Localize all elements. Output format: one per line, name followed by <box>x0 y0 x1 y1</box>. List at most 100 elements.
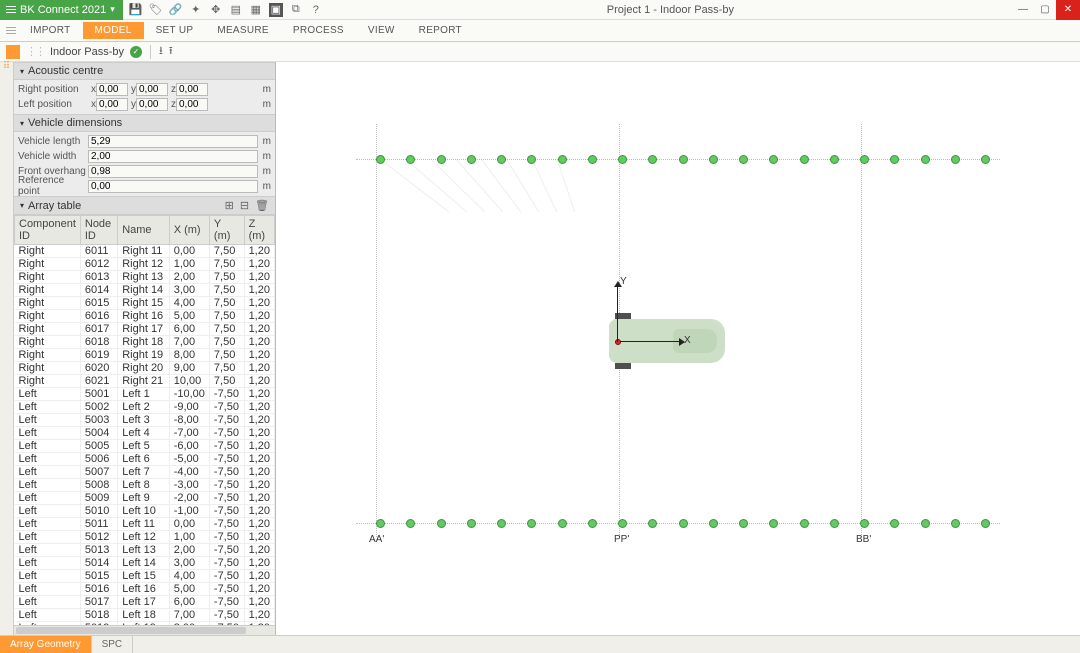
table-cell[interactable]: Left 17 <box>118 596 170 609</box>
table-cell[interactable]: 9,00 <box>169 362 209 375</box>
table-cell[interactable]: Right <box>15 362 81 375</box>
table-cell[interactable]: Left <box>15 401 81 414</box>
table-row[interactable]: Left5004Left 4-7,00-7,501,20 <box>15 427 275 440</box>
table-row[interactable]: Left5018Left 187,00-7,501,20 <box>15 609 275 622</box>
table-cell[interactable]: 5011 <box>80 518 117 531</box>
table-cell[interactable]: Left <box>15 414 81 427</box>
microphone-icon[interactable] <box>709 155 718 164</box>
table-cell[interactable]: 1,20 <box>244 583 274 596</box>
table-cell[interactable]: 1,20 <box>244 466 274 479</box>
table-cell[interactable]: 6,00 <box>169 323 209 336</box>
table-row[interactable]: Right6021Right 2110,007,501,20 <box>15 375 275 388</box>
front-overhang-input[interactable] <box>88 165 258 178</box>
table-cell[interactable]: Right 12 <box>118 258 170 271</box>
table-cell[interactable]: 6011 <box>80 245 117 258</box>
table-cell[interactable]: Left 6 <box>118 453 170 466</box>
table-cell[interactable]: 6017 <box>80 323 117 336</box>
microphone-icon[interactable] <box>618 519 627 528</box>
table-row[interactable]: Left5012Left 121,00-7,501,20 <box>15 531 275 544</box>
microphone-icon[interactable] <box>890 519 899 528</box>
table-cell[interactable]: Left <box>15 479 81 492</box>
table-cell[interactable]: 1,20 <box>244 284 274 297</box>
microphone-icon[interactable] <box>648 155 657 164</box>
table-cell[interactable]: Left 12 <box>118 531 170 544</box>
table-row[interactable]: Right6015Right 154,007,501,20 <box>15 297 275 310</box>
left-y-input[interactable] <box>136 98 168 111</box>
table-row[interactable]: Right6012Right 121,007,501,20 <box>15 258 275 271</box>
help-icon[interactable]: ? <box>309 3 323 17</box>
table-cell[interactable]: Left <box>15 518 81 531</box>
bottom-tab-spc[interactable]: SPC <box>92 636 134 653</box>
table-cell[interactable]: 1,20 <box>244 544 274 557</box>
popout-icon[interactable]: ⧉ <box>289 3 303 17</box>
table-cell[interactable]: 5017 <box>80 596 117 609</box>
table-cell[interactable]: 1,20 <box>244 349 274 362</box>
vehicle-length-input[interactable] <box>88 135 258 148</box>
table-row[interactable]: Right6017Right 176,007,501,20 <box>15 323 275 336</box>
table-cell[interactable]: Left 2 <box>118 401 170 414</box>
table-cell[interactable]: 1,20 <box>244 401 274 414</box>
column-header[interactable]: Component ID <box>15 216 81 245</box>
table-row[interactable]: Left5009Left 9-2,00-7,501,20 <box>15 492 275 505</box>
table-cell[interactable]: Left 8 <box>118 479 170 492</box>
table-cell[interactable]: Right <box>15 323 81 336</box>
microphone-icon[interactable] <box>588 155 597 164</box>
table-cell[interactable]: -7,50 <box>209 401 244 414</box>
table-cell[interactable]: Right 15 <box>118 297 170 310</box>
microphone-icon[interactable] <box>618 155 627 164</box>
table-cell[interactable]: Left 11 <box>118 518 170 531</box>
microphone-icon[interactable] <box>921 155 930 164</box>
table-cell[interactable]: Right <box>15 271 81 284</box>
microphone-icon[interactable] <box>860 519 869 528</box>
table-cell[interactable]: Right 16 <box>118 310 170 323</box>
table-row[interactable]: Left5001Left 1-10,00-7,501,20 <box>15 388 275 401</box>
microphone-icon[interactable] <box>951 519 960 528</box>
table-cell[interactable]: Right 19 <box>118 349 170 362</box>
horizontal-scrollbar[interactable] <box>14 625 275 635</box>
table-cell[interactable]: 1,20 <box>244 609 274 622</box>
microphone-icon[interactable] <box>467 155 476 164</box>
table-cell[interactable]: 5013 <box>80 544 117 557</box>
table-cell[interactable]: 7,50 <box>209 336 244 349</box>
table-cell[interactable]: 10,00 <box>169 375 209 388</box>
microphone-icon[interactable] <box>406 155 415 164</box>
table-cell[interactable]: 7,50 <box>209 284 244 297</box>
left-rail[interactable]: ⠿ <box>0 62 14 635</box>
table-cell[interactable]: -10,00 <box>169 388 209 401</box>
microphone-icon[interactable] <box>769 519 778 528</box>
table-cell[interactable]: 5005 <box>80 440 117 453</box>
table-cell[interactable]: 5003 <box>80 414 117 427</box>
left-z-input[interactable] <box>176 98 208 111</box>
table-cell[interactable]: 4,00 <box>169 297 209 310</box>
microphone-icon[interactable] <box>497 519 506 528</box>
table-cell[interactable]: 5001 <box>80 388 117 401</box>
table-cell[interactable]: 7,50 <box>209 245 244 258</box>
table-row[interactable]: Left5015Left 154,00-7,501,20 <box>15 570 275 583</box>
microphone-icon[interactable] <box>588 519 597 528</box>
table-cell[interactable]: Left <box>15 583 81 596</box>
table-row[interactable]: Right6020Right 209,007,501,20 <box>15 362 275 375</box>
table-cell[interactable]: -7,50 <box>209 414 244 427</box>
geometry-canvas[interactable]: AA' PP' BB' Y X <box>276 62 1080 635</box>
table-cell[interactable]: 7,00 <box>169 336 209 349</box>
table-row[interactable]: Left5006Left 6-5,00-7,501,20 <box>15 453 275 466</box>
table-cell[interactable]: 1,20 <box>244 297 274 310</box>
column-header[interactable]: Name <box>118 216 170 245</box>
table-cell[interactable]: 1,20 <box>244 440 274 453</box>
table-cell[interactable]: 5018 <box>80 609 117 622</box>
table-cell[interactable]: 5015 <box>80 570 117 583</box>
table-cell[interactable]: 5009 <box>80 492 117 505</box>
microphone-icon[interactable] <box>437 155 446 164</box>
left-x-input[interactable] <box>96 98 128 111</box>
right-x-input[interactable] <box>96 83 128 96</box>
table-cell[interactable]: Left 10 <box>118 505 170 518</box>
table-row[interactable]: Right6016Right 165,007,501,20 <box>15 310 275 323</box>
ribbon-tab-view[interactable]: VIEW <box>356 22 407 39</box>
table-cell[interactable]: -7,50 <box>209 479 244 492</box>
table-cell[interactable]: 6018 <box>80 336 117 349</box>
table-cell[interactable]: 5004 <box>80 427 117 440</box>
microphone-icon[interactable] <box>830 155 839 164</box>
table-cell[interactable]: Left 18 <box>118 609 170 622</box>
table-cell[interactable]: Right <box>15 349 81 362</box>
table-cell[interactable]: 1,20 <box>244 518 274 531</box>
